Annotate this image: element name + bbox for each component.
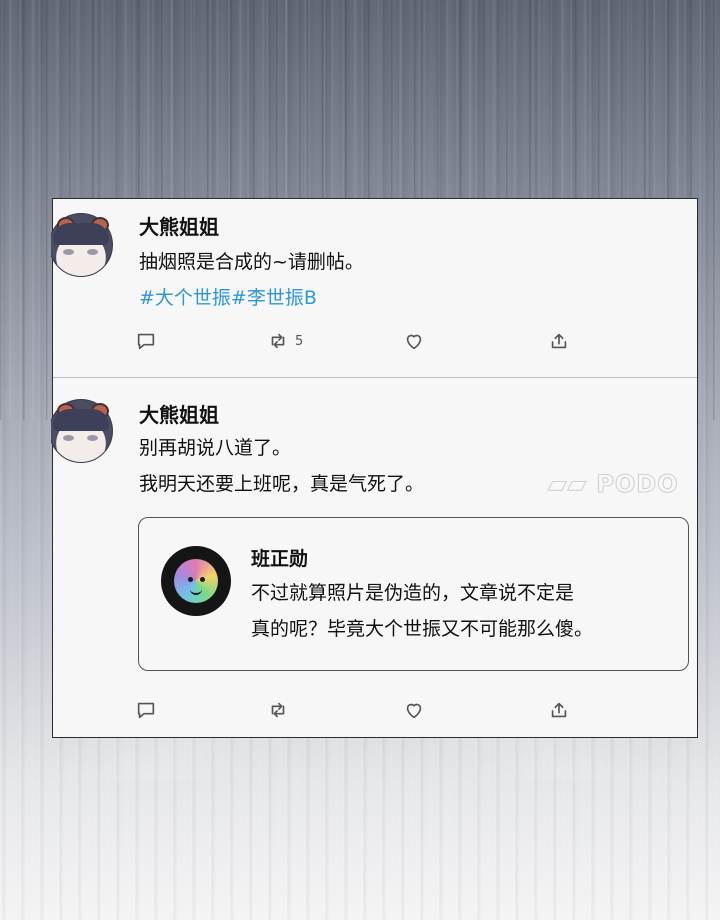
tweet[interactable]: 大熊姐姐 别再胡说八道了。 我明天还要上班呢，真是气死了。 班正勋 不过就算照片… — [51, 377, 697, 737]
hashtags-link[interactable]: #大个世振#李世振B — [139, 283, 317, 310]
quoted-author-name: 班正勋 — [251, 548, 309, 570]
tweet-text: 抽烟照是合成的~请删帖。 — [139, 251, 364, 273]
tweet-actions: 5 — [53, 330, 697, 354]
share-button[interactable] — [548, 699, 570, 721]
quoted-tweet[interactable]: 班正勋 不过就算照片是伪造的，文章说不定是 真的呢？毕竟大个世振又不可能那么傻。 — [138, 517, 689, 671]
avatar[interactable] — [51, 213, 113, 285]
reply-icon — [137, 333, 155, 350]
reply-button[interactable] — [135, 699, 157, 721]
watermark: ▰▰ PODO — [547, 470, 679, 499]
avatar[interactable] — [51, 399, 113, 471]
share-button[interactable] — [548, 330, 570, 352]
tweet-thread-card: 大熊姐姐 抽烟照是合成的~请删帖。 #大个世振#李世振B 5 大熊姐姐 别再胡说… — [51, 198, 698, 738]
author-name[interactable]: 大熊姐姐 — [139, 211, 219, 240]
quoted-avatar — [161, 546, 231, 616]
retweet-icon — [271, 702, 285, 718]
retweet-count: 5 — [295, 333, 304, 349]
tweet-text-line: 别再胡说八道了。 — [139, 437, 292, 459]
like-button[interactable] — [403, 330, 425, 352]
like-icon — [406, 703, 422, 719]
like-button[interactable] — [403, 699, 425, 721]
watermark-logo-icon: ▰▰ — [547, 470, 597, 499]
quoted-text-line: 不过就算照片是伪造的，文章说不定是 — [251, 582, 575, 604]
share-icon — [551, 702, 567, 718]
like-icon — [406, 334, 422, 350]
retweet-button[interactable] — [267, 699, 289, 721]
tweet-text-line: 我明天还要上班呢，真是气死了。 — [139, 473, 425, 495]
quoted-text-line: 真的呢？毕竟大个世振又不可能那么傻。 — [251, 618, 594, 640]
author-name[interactable]: 大熊姐姐 — [139, 399, 219, 428]
tweet[interactable]: 大熊姐姐 抽烟照是合成的~请删帖。 #大个世振#李世振B 5 — [51, 199, 697, 378]
retweet-button[interactable]: 5 — [267, 330, 303, 352]
reply-icon — [137, 702, 155, 719]
reply-button[interactable] — [135, 330, 157, 352]
share-icon — [551, 333, 567, 349]
tweet-actions — [53, 699, 697, 723]
retweet-icon — [271, 333, 285, 349]
